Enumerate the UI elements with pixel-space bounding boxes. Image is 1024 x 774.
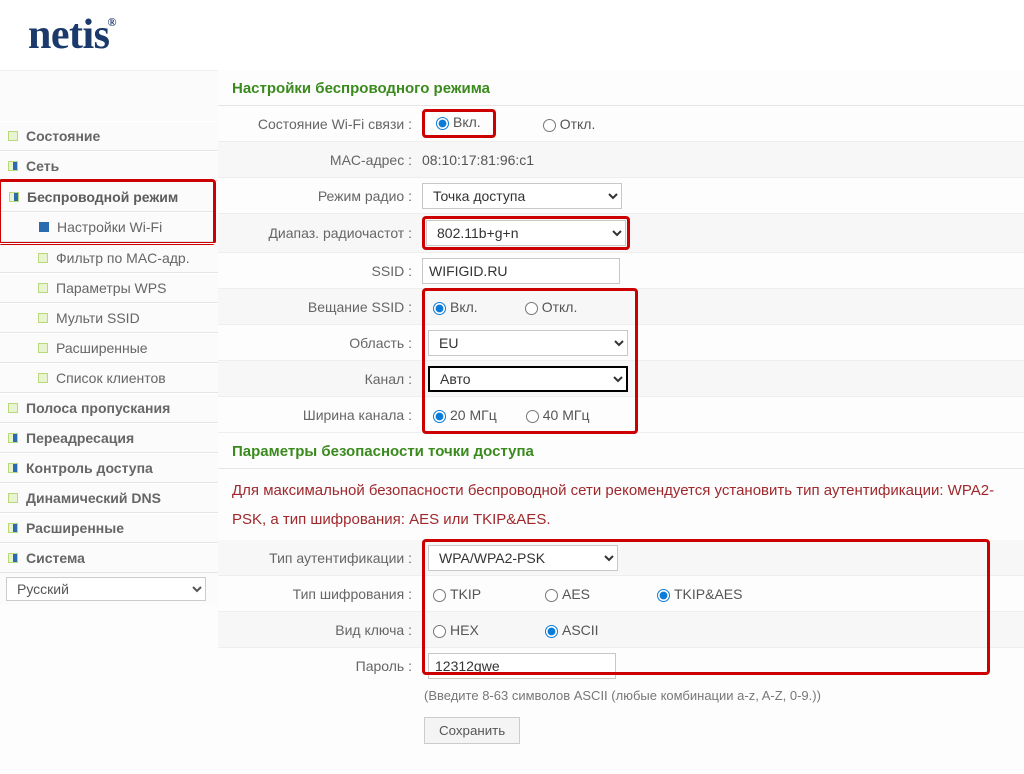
radio-label: TKIP <box>450 586 481 602</box>
sidebar-item-label: Мульти SSID <box>56 310 140 326</box>
mac-value: 08:10:17:81:96:c1 <box>422 152 534 168</box>
sidebar-sub-wps[interactable]: Параметры WPS <box>0 273 218 303</box>
box-icon <box>38 373 48 383</box>
box-icon <box>38 253 48 263</box>
label-ssid: SSID : <box>218 263 418 279</box>
sidebar-item-label: Контроль доступа <box>26 460 153 476</box>
label-auth: Тип аутентификации : <box>218 550 418 566</box>
label-region: Область : <box>218 335 418 351</box>
box-icon <box>8 433 18 443</box>
sidebar-item-label: Расширенные <box>56 340 148 356</box>
label-channel: Канал : <box>218 371 418 387</box>
radio-ascii[interactable]: ASCII <box>540 622 599 638</box>
box-icon <box>8 403 18 413</box>
sidebar-item-network[interactable]: Сеть <box>0 151 218 181</box>
sidebar-item-status[interactable]: Состояние <box>0 121 218 151</box>
label-keytype: Вид ключа : <box>218 622 418 638</box>
radio-tkip[interactable]: TKIP <box>428 586 538 602</box>
sidebar-item-label: Динамический DNS <box>26 490 161 506</box>
save-button[interactable]: Сохранить <box>424 717 520 744</box>
radio-label: Откл. <box>560 116 596 132</box>
radio-label: AES <box>562 586 590 602</box>
section-title-wireless: Настройки беспроводного режима <box>218 70 1024 106</box>
box-icon <box>8 493 18 503</box>
square-icon <box>39 222 49 232</box>
sidebar-item-label: Параметры WPS <box>56 280 166 296</box>
label-enc: Тип шифрования : <box>218 586 418 602</box>
box-icon <box>8 161 18 171</box>
content: Настройки беспроводного режима Состояние… <box>218 70 1024 764</box>
select-channel[interactable]: Авто <box>428 366 628 392</box>
logo: netis® <box>28 11 118 59</box>
label-wifi-state: Состояние Wi-Fi связи : <box>218 116 418 132</box>
sidebar-item-system[interactable]: Система <box>0 543 218 573</box>
radio-label: TKIP&AES <box>674 586 742 602</box>
password-hint: (Введите 8-63 символов ASCII (любые комб… <box>218 684 1024 709</box>
box-icon <box>8 463 18 473</box>
box-icon <box>38 283 48 293</box>
label-broadcast: Вещание SSID : <box>218 299 418 315</box>
radio-wifi-on[interactable]: Вкл. <box>431 114 481 130</box>
select-auth[interactable]: WPA/WPA2-PSK <box>428 545 618 571</box>
sidebar-item-label: Состояние <box>26 128 100 144</box>
radio-wifi-off[interactable]: Откл. <box>538 116 596 132</box>
radio-aes[interactable]: AES <box>540 586 650 602</box>
security-note: Для максимальной безопасности беспроводн… <box>218 469 1024 540</box>
select-band[interactable]: 802.11b+g+n <box>426 220 626 246</box>
sidebar-item-label: Фильтр по MAC-адр. <box>56 250 190 266</box>
label-mac: MAC-адрес : <box>218 152 418 168</box>
select-region[interactable]: EU <box>428 330 628 356</box>
sidebar-item-wireless[interactable]: Беспроводной режим <box>1 182 213 212</box>
box-icon <box>38 313 48 323</box>
box-icon <box>38 343 48 353</box>
label-radio-mode: Режим радио : <box>218 188 418 204</box>
sidebar-item-label: Беспроводной режим <box>27 189 178 205</box>
sidebar-item-label: Настройки Wi-Fi <box>57 219 162 235</box>
box-icon <box>8 131 18 141</box>
radio-label: Откл. <box>542 299 578 315</box>
language-select[interactable]: Русский <box>6 577 206 601</box>
sidebar-item-label: Полоса пропускания <box>26 400 170 416</box>
radio-label: Вкл. <box>453 114 481 130</box>
sidebar-sub-advanced[interactable]: Расширенные <box>0 333 218 363</box>
sidebar-sub-multi-ssid[interactable]: Мульти SSID <box>0 303 218 333</box>
radio-broadcast-off[interactable]: Откл. <box>520 299 578 315</box>
radio-broadcast-on[interactable]: Вкл. <box>428 299 478 315</box>
select-radio-mode[interactable]: Точка доступа <box>422 183 622 209</box>
radio-label: ASCII <box>562 622 599 638</box>
radio-tkipaes[interactable]: TKIP&AES <box>652 586 742 602</box>
radio-label: HEX <box>450 622 479 638</box>
radio-40mhz[interactable]: 40 МГц <box>521 407 590 423</box>
input-password[interactable] <box>428 653 616 679</box>
label-password: Пароль : <box>218 658 418 674</box>
sidebar-item-forwarding[interactable]: Переадресация <box>0 423 218 453</box>
sidebar: Состояние Сеть Беспроводной режим Настро… <box>0 70 218 605</box>
sidebar-item-access[interactable]: Контроль доступа <box>0 453 218 483</box>
radio-label: Вкл. <box>450 299 478 315</box>
sidebar-sub-mac-filter[interactable]: Фильтр по MAC-адр. <box>0 243 218 273</box>
sidebar-item-label: Расширенные <box>26 520 124 536</box>
sidebar-item-bandwidth[interactable]: Полоса пропускания <box>0 393 218 423</box>
sidebar-item-label: Система <box>26 550 85 566</box>
sidebar-item-label: Сеть <box>26 158 59 174</box>
input-ssid[interactable] <box>422 258 620 284</box>
sidebar-item-label: Список клиентов <box>56 370 166 386</box>
sidebar-item-advanced[interactable]: Расширенные <box>0 513 218 543</box>
box-icon <box>8 553 18 563</box>
box-icon <box>9 192 19 202</box>
sidebar-item-ddns[interactable]: Динамический DNS <box>0 483 218 513</box>
section-title-security: Параметры безопасности точки доступа <box>218 433 1024 469</box>
box-icon <box>8 523 18 533</box>
radio-20mhz[interactable]: 20 МГц <box>428 407 497 423</box>
header: netis® <box>0 0 1024 70</box>
sidebar-item-label: Переадресация <box>26 430 134 446</box>
label-width: Ширина канала : <box>218 407 418 423</box>
radio-hex[interactable]: HEX <box>428 622 538 638</box>
radio-label: 40 МГц <box>543 407 590 423</box>
sidebar-sub-clients[interactable]: Список клиентов <box>0 363 218 393</box>
label-band: Диапаз. радиочастот : <box>218 225 418 241</box>
radio-label: 20 МГц <box>450 407 497 423</box>
sidebar-sub-wifi-settings[interactable]: Настройки Wi-Fi <box>1 212 213 242</box>
